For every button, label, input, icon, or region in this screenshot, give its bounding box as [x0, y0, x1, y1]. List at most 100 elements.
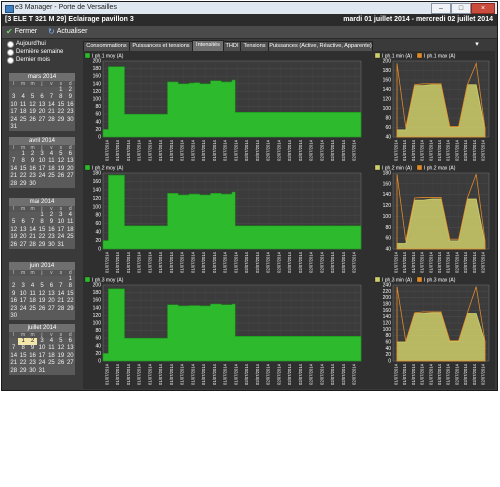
- calendar-day[interactable]: 11: [47, 345, 56, 352]
- calendar-day[interactable]: 7: [9, 345, 18, 352]
- calendar-day[interactable]: 6: [66, 338, 75, 345]
- calendar-day[interactable]: 8: [37, 219, 46, 226]
- calendar-day[interactable]: 16: [28, 166, 37, 173]
- calendar-day[interactable]: 9: [9, 291, 18, 298]
- calendar-day[interactable]: 12: [37, 291, 46, 298]
- calendar-day[interactable]: 11: [18, 102, 27, 109]
- calendar-day[interactable]: 18: [47, 166, 56, 173]
- calendar-day[interactable]: 6: [18, 219, 27, 226]
- calendar-day[interactable]: 14: [9, 166, 18, 173]
- calendar-day[interactable]: 17: [9, 109, 18, 116]
- calendar-day[interactable]: 18: [47, 353, 56, 360]
- calendar-day[interactable]: 17: [56, 227, 65, 234]
- calendar-day[interactable]: 9: [66, 94, 75, 101]
- calendar-day[interactable]: 18: [66, 227, 75, 234]
- calendar-day[interactable]: 30: [47, 242, 56, 249]
- calendar-day[interactable]: 20: [66, 166, 75, 173]
- calendar-day[interactable]: 23: [66, 109, 75, 116]
- calendar-day[interactable]: 16: [28, 353, 37, 360]
- calendar-day[interactable]: 9: [28, 345, 37, 352]
- calendar-day[interactable]: 12: [9, 227, 18, 234]
- minimize-icon[interactable]: –: [431, 3, 451, 14]
- calendar-day[interactable]: 20: [18, 234, 27, 241]
- calendar-day[interactable]: 25: [28, 306, 37, 313]
- calendar-day[interactable]: 1: [18, 338, 28, 346]
- calendar-day[interactable]: 31: [9, 124, 18, 131]
- calendar-day[interactable]: 16: [9, 298, 18, 305]
- close-button[interactable]: ✔ Fermer: [6, 26, 37, 38]
- calendar-day[interactable]: 2: [27, 338, 38, 346]
- calendar-day[interactable]: 29: [18, 368, 27, 375]
- calendar-day[interactable]: 26: [9, 242, 18, 249]
- calendar-day[interactable]: 15: [18, 166, 27, 173]
- calendar-day[interactable]: 14: [47, 102, 56, 109]
- calendar-day[interactable]: 30: [66, 117, 75, 124]
- calendar-day[interactable]: 1: [18, 151, 27, 158]
- calendar-day[interactable]: 19: [56, 353, 65, 360]
- calendar-day[interactable]: 14: [28, 227, 37, 234]
- calendar-day[interactable]: 2: [66, 87, 75, 94]
- calendar-day[interactable]: 4: [66, 212, 75, 219]
- calendar-day[interactable]: 4: [28, 283, 37, 290]
- calendar-day[interactable]: 25: [18, 117, 27, 124]
- calendar-day[interactable]: 9: [28, 158, 37, 165]
- calendar-day[interactable]: 31: [56, 242, 65, 249]
- calendar-day[interactable]: 25: [47, 360, 56, 367]
- calendar-day[interactable]: 27: [37, 117, 46, 124]
- maximize-icon[interactable]: □: [451, 3, 471, 14]
- calendar-day[interactable]: 3: [18, 283, 27, 290]
- calendar-day[interactable]: 30: [9, 313, 18, 320]
- calendar-day[interactable]: 5: [9, 219, 18, 226]
- calendar-day[interactable]: 25: [66, 234, 75, 241]
- calendar-day[interactable]: 12: [56, 158, 65, 165]
- calendar-day[interactable]: 26: [37, 306, 46, 313]
- calendar-day[interactable]: 19: [28, 109, 37, 116]
- calendar-day[interactable]: 8: [56, 94, 65, 101]
- calendar-day[interactable]: 10: [37, 158, 46, 165]
- calendar-day[interactable]: 19: [9, 234, 18, 241]
- calendar-day[interactable]: 25: [47, 173, 56, 180]
- period-today[interactable]: Aujourd'hui: [7, 41, 46, 48]
- calendar-day[interactable]: 27: [66, 173, 75, 180]
- calendar-day[interactable]: 7: [9, 158, 18, 165]
- calendar-day[interactable]: 16: [66, 102, 75, 109]
- calendar-day[interactable]: 3: [56, 212, 65, 219]
- calendar-day[interactable]: 7: [28, 219, 37, 226]
- chevron-down-icon[interactable]: ▾: [472, 40, 482, 50]
- calendar-day[interactable]: 24: [37, 360, 46, 367]
- calendar-day[interactable]: 13: [37, 102, 46, 109]
- calendar-day[interactable]: 28: [28, 242, 37, 249]
- calendar-day[interactable]: 1: [37, 212, 46, 219]
- calendar-day[interactable]: 28: [9, 181, 18, 188]
- calendar-day[interactable]: 2: [47, 212, 56, 219]
- calendar-day[interactable]: 7: [56, 283, 65, 290]
- calendar-day[interactable]: 16: [47, 227, 56, 234]
- close-icon[interactable]: ×: [471, 3, 495, 14]
- calendar-day[interactable]: 6: [37, 94, 46, 101]
- calendar-day[interactable]: 5: [37, 283, 46, 290]
- calendar-day[interactable]: 4: [18, 94, 27, 101]
- calendar-day[interactable]: 23: [9, 306, 18, 313]
- calendar-day[interactable]: 21: [47, 109, 56, 116]
- calendar-day[interactable]: 29: [66, 306, 75, 313]
- calendar-day[interactable]: 5: [56, 338, 65, 345]
- calendar-day[interactable]: 11: [47, 158, 56, 165]
- calendar-day[interactable]: 10: [56, 219, 65, 226]
- calendar-day[interactable]: 17: [18, 298, 27, 305]
- calendar-day[interactable]: 31: [37, 368, 46, 375]
- calendar-day[interactable]: 26: [28, 117, 37, 124]
- calendar-day[interactable]: 18: [18, 109, 27, 116]
- period-last-month[interactable]: Dernier mois: [7, 57, 50, 64]
- calendar-day[interactable]: 20: [47, 298, 56, 305]
- calendar-day[interactable]: 2: [9, 283, 18, 290]
- calendar-day[interactable]: 24: [9, 117, 18, 124]
- calendar-day[interactable]: 21: [9, 360, 18, 367]
- calendar-day[interactable]: 22: [66, 298, 75, 305]
- calendar-day[interactable]: 22: [56, 109, 65, 116]
- calendar-day[interactable]: 19: [56, 166, 65, 173]
- calendar-day[interactable]: 22: [18, 360, 27, 367]
- calendar-day[interactable]: 6: [47, 283, 56, 290]
- calendar-day[interactable]: 23: [47, 234, 56, 241]
- calendar-day[interactable]: 26: [56, 360, 65, 367]
- calendar-day[interactable]: 20: [66, 353, 75, 360]
